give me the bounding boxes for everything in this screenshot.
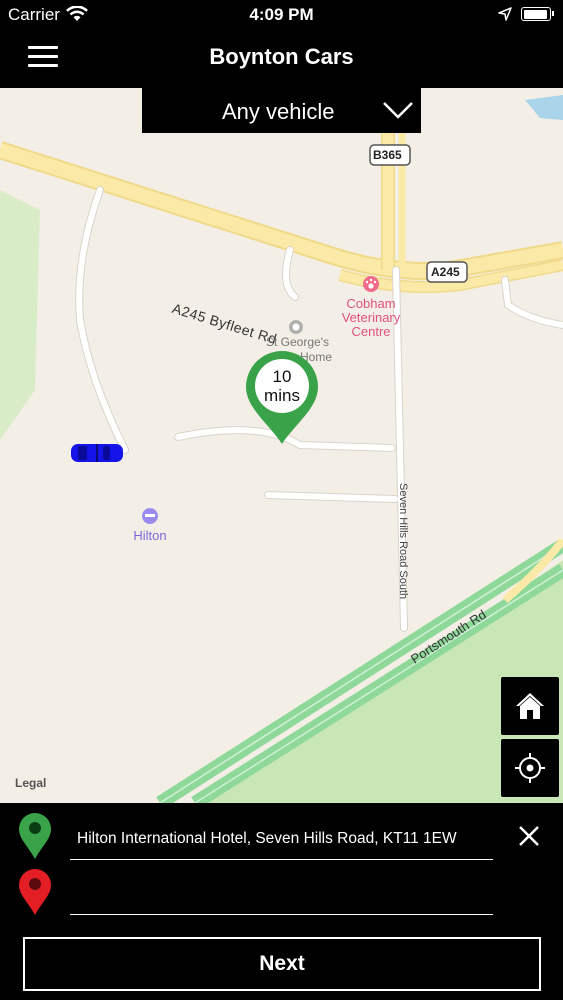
location-arrow-icon (498, 6, 512, 26)
clear-pickup-button[interactable] (515, 822, 543, 850)
pickup-address-value: Hilton International Hotel, Seven Hills … (77, 830, 457, 847)
vehicle-type-selected: Any vehicle (222, 99, 335, 124)
road-label-seven-hills: Seven Hills Road South (397, 483, 409, 600)
crosshair-locate-icon (515, 753, 545, 783)
eta-unit: mins (264, 386, 300, 405)
home-icon (516, 693, 544, 719)
status-time: 4:09 PM (249, 5, 314, 24)
pickup-pin-icon (18, 812, 52, 865)
poi-vet-line1: Cobham (346, 296, 396, 311)
poi-vet-line2: Veterinary (341, 310, 401, 325)
road-shield-a245: A245 (431, 265, 460, 279)
close-icon (519, 826, 539, 846)
dropoff-pin-icon (18, 868, 52, 921)
vehicle-type-dropdown[interactable]: Any vehicle (142, 88, 421, 133)
status-bar: Carrier 4:09 PM (0, 0, 563, 30)
home-button[interactable] (501, 677, 559, 735)
map-legal-link[interactable]: Legal (15, 776, 46, 790)
car-icon (71, 443, 123, 468)
locate-me-button[interactable] (501, 739, 559, 797)
chevron-down-icon (382, 101, 414, 124)
poi-hilton: Hilton (133, 528, 167, 543)
dropoff-address-field[interactable] (70, 878, 493, 915)
page-title: Boynton Cars (209, 44, 354, 69)
poi-vet-line3: Centre (351, 324, 391, 339)
pickup-eta-marker[interactable]: 10 mins (245, 350, 319, 446)
eta-value: 10 (272, 367, 292, 386)
poi-stgeorges-line1: St George's (266, 335, 329, 349)
pickup-eta: 10 mins (245, 367, 319, 405)
next-button[interactable]: Next (23, 937, 541, 991)
pickup-address-field[interactable]: Hilton International Hotel, Seven Hills … (70, 822, 493, 860)
header-bar: Boynton Cars (0, 30, 563, 88)
road-shield-b365: B365 (373, 148, 402, 162)
battery-icon (521, 7, 554, 21)
